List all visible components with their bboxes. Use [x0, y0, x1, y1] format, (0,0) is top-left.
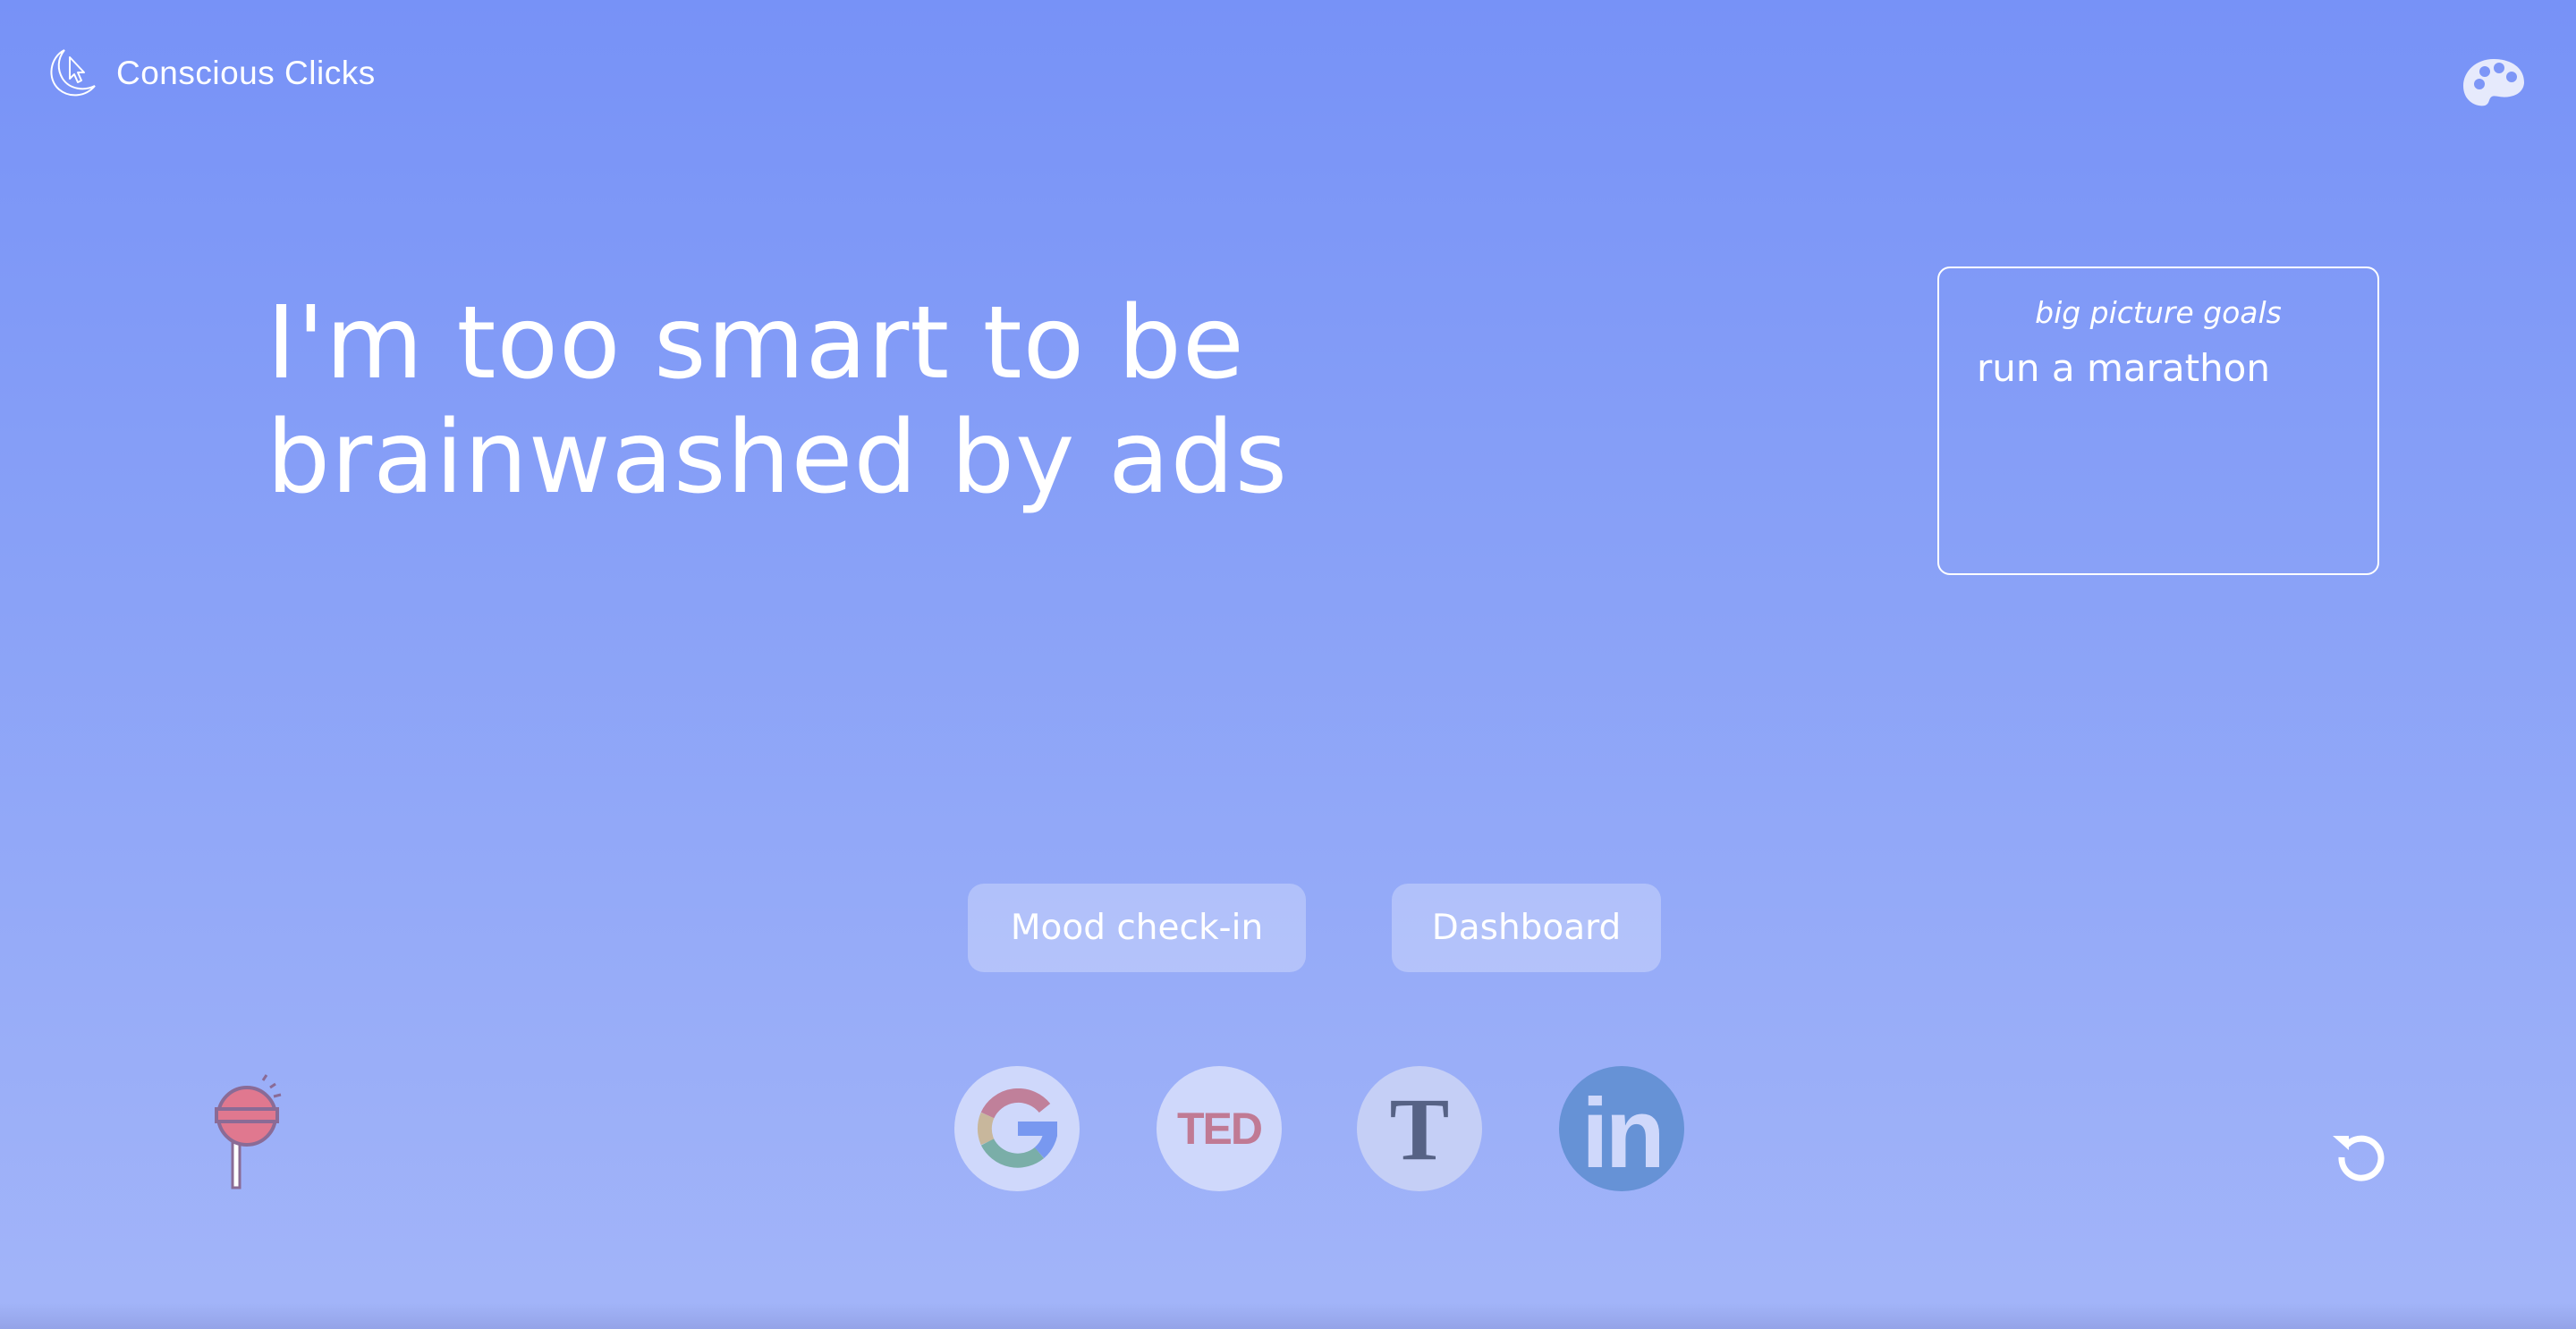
app-name: Conscious Clicks: [116, 55, 376, 91]
goal-item[interactable]: run a marathon: [1977, 346, 2377, 390]
bottom-shade: [0, 1302, 2576, 1329]
google-icon: [977, 1088, 1057, 1168]
shortcut-nyt[interactable]: T: [1357, 1066, 1482, 1191]
lollipop-icon[interactable]: [215, 1073, 295, 1191]
shortcut-linkedin[interactable]: in: [1559, 1066, 1684, 1191]
shortcut-ted[interactable]: TED: [1157, 1066, 1282, 1191]
nyt-icon: T: [1389, 1079, 1450, 1179]
app-logo[interactable]: Conscious Clicks: [45, 47, 376, 100]
goals-title: big picture goals: [2035, 295, 2282, 330]
reset-icon[interactable]: [2329, 1130, 2386, 1189]
headline-line-2: brainwashed by ads: [267, 400, 1289, 516]
moon-cursor-icon: [50, 49, 96, 97]
goals-panel[interactable]: big picture goals run a marathon: [1937, 267, 2379, 575]
headline: I'm too smart to be brainwashed by ads: [267, 286, 1288, 515]
headline-line-1: I'm too smart to be: [267, 285, 1245, 402]
shortcut-google[interactable]: [954, 1066, 1080, 1191]
dashboard-button[interactable]: Dashboard: [1392, 884, 1661, 972]
mood-check-in-button[interactable]: Mood check-in: [968, 884, 1306, 972]
ted-icon: TED: [1177, 1104, 1263, 1154]
linkedin-icon: in: [1581, 1078, 1665, 1189]
palette-icon[interactable]: [2462, 57, 2526, 120]
